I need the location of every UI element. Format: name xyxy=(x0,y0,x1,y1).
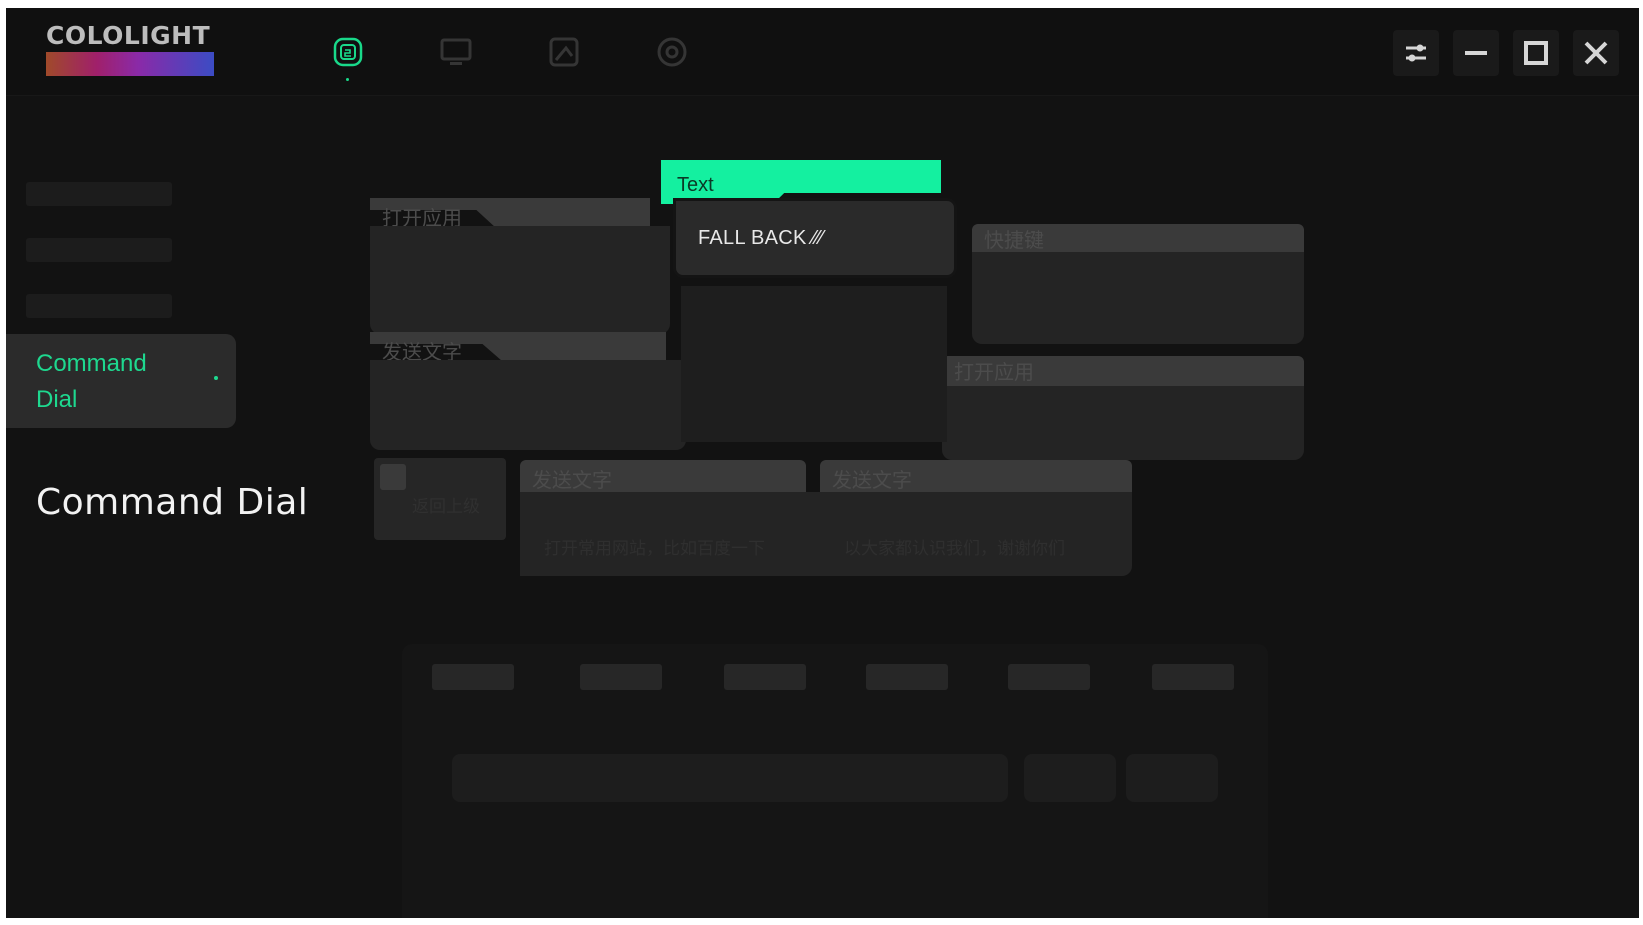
dial-card-body xyxy=(972,252,1304,344)
maximize-button[interactable] xyxy=(1513,30,1559,76)
dial-card-description: 打开常用网站，比如百度一下 xyxy=(544,539,765,559)
dial-card[interactable]: 打开应用 xyxy=(370,198,670,334)
screen-capture-icon xyxy=(549,37,579,67)
input-button-placeholder[interactable] xyxy=(1126,754,1218,802)
bottom-tab-placeholder[interactable] xyxy=(724,664,806,690)
logo-gradient-bar xyxy=(46,52,214,76)
nav-command-dial[interactable] xyxy=(326,30,370,81)
command-dial-icon xyxy=(333,37,363,67)
dial-card-body xyxy=(370,226,670,334)
dial-card-label: 打开应用 xyxy=(954,360,1034,384)
active-indicator-dot xyxy=(214,376,218,380)
dial-card-label: 发送文字 xyxy=(832,468,912,492)
sidebar-item-placeholder[interactable] xyxy=(26,238,172,262)
nav-screen-capture[interactable] xyxy=(542,30,586,74)
top-bar: COLOLIGHT xyxy=(6,8,1639,96)
back-card[interactable]: 返回上级 xyxy=(374,458,506,540)
minimize-icon xyxy=(1465,51,1487,55)
cololight-logo: COLOLIGHT xyxy=(46,22,216,76)
dial-card-body xyxy=(370,360,686,450)
app-window: COLOLIGHT Command Dial Command Dial 打开应用… xyxy=(6,8,1639,918)
settings-icon xyxy=(657,37,687,67)
dial-card[interactable]: 打开应用 xyxy=(942,342,1304,460)
sidebar-item-placeholder[interactable] xyxy=(26,182,172,206)
page-title: Command Dial xyxy=(36,482,309,523)
dial-card[interactable]: 发送文字 xyxy=(370,332,686,450)
minimize-button[interactable] xyxy=(1453,30,1499,76)
close-button[interactable] xyxy=(1573,30,1619,76)
bottom-tab-placeholder[interactable] xyxy=(1008,664,1090,690)
preferences-button[interactable] xyxy=(1393,30,1439,76)
close-icon xyxy=(1584,41,1608,65)
dial-card-highlighted-label: Text xyxy=(677,174,714,196)
window-controls xyxy=(1393,30,1619,76)
bottom-tab-placeholder[interactable] xyxy=(580,664,662,690)
nav-settings[interactable] xyxy=(650,30,694,74)
logo-text: COLOLIGHT xyxy=(46,21,211,50)
nav-monitor[interactable] xyxy=(434,30,478,74)
dial-card[interactable]: 发送文字 以大家都认识我们，谢谢你们 xyxy=(820,460,1132,576)
dial-card[interactable]: 快捷键 xyxy=(972,208,1304,344)
dial-card-highlighted[interactable]: Text FALL BACK ⁄⁄⁄ xyxy=(661,160,961,442)
bottom-tab-placeholder[interactable] xyxy=(432,664,514,690)
back-card-label: 返回上级 xyxy=(412,497,480,517)
dial-card-body: 以大家都认识我们，谢谢你们 xyxy=(820,492,1132,576)
dial-card[interactable]: 发送文字 打开常用网站，比如百度一下 xyxy=(520,460,820,576)
sidebar-item-command-dial[interactable]: Command Dial xyxy=(6,334,236,428)
bottom-panel xyxy=(402,644,1268,918)
text-input-placeholder[interactable] xyxy=(452,754,1008,802)
dial-card-body xyxy=(942,386,1304,460)
sidebar-item-placeholder[interactable] xyxy=(26,294,172,318)
settings-sliders-icon xyxy=(1406,44,1426,62)
back-icon xyxy=(380,464,406,490)
fallback-panel: FALL BACK ⁄⁄⁄ xyxy=(673,198,957,278)
dial-card-label: 发送文字 xyxy=(532,468,612,492)
dial-card-lower xyxy=(681,286,947,442)
bottom-tab-placeholder[interactable] xyxy=(1152,664,1234,690)
monitor-icon xyxy=(440,38,472,65)
dial-card-description: 以大家都认识我们，谢谢你们 xyxy=(844,539,1065,559)
dial-card-body: 打开常用网站，比如百度一下 xyxy=(520,492,820,576)
dial-card-label: 快捷键 xyxy=(984,228,1044,252)
sidebar-item-label: Command Dial xyxy=(36,350,147,413)
maximize-icon xyxy=(1524,41,1548,65)
active-nav-indicator xyxy=(346,78,349,81)
bottom-tab-placeholder[interactable] xyxy=(866,664,948,690)
input-button-placeholder[interactable] xyxy=(1024,754,1116,802)
fallback-text: FALL BACK ⁄⁄⁄ xyxy=(698,227,824,249)
